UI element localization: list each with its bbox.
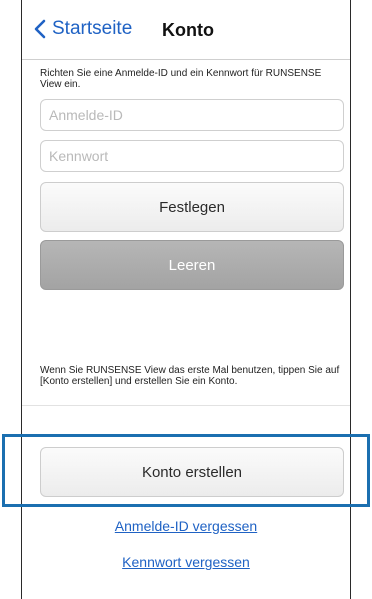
forgot-password-link[interactable]: Kennwort vergessen (22, 554, 350, 570)
password-input[interactable] (40, 140, 344, 172)
back-button[interactable]: Startseite (34, 18, 132, 40)
clear-button[interactable]: Leeren (40, 240, 344, 290)
phone-screen: Startseite Konto Richten Sie eine Anmeld… (21, 0, 351, 599)
instruction-text: Richten Sie eine Anmelde-ID und ein Kenn… (40, 68, 322, 90)
chevron-left-icon (34, 19, 46, 39)
set-button[interactable]: Festlegen (40, 182, 344, 232)
back-button-label: Startseite (52, 18, 133, 39)
navigation-bar: Startseite Konto (22, 0, 350, 60)
page-title: Konto (162, 20, 214, 40)
divider (22, 405, 350, 406)
login-id-input[interactable] (40, 99, 344, 131)
forgot-login-id-link[interactable]: Anmelde-ID vergessen (22, 518, 350, 534)
first-use-info-text: Wenn Sie RUNSENSE View das erste Mal ben… (40, 365, 340, 387)
highlight-frame (2, 434, 370, 507)
